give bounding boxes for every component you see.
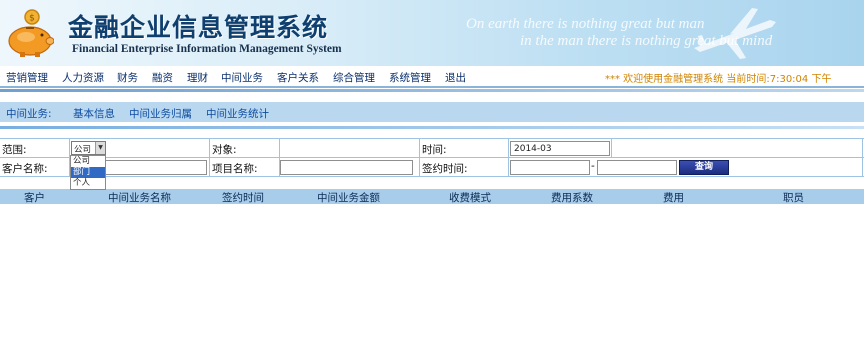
cell-divider (611, 139, 612, 158)
slogan-line-1: On earth there is nothing great but man (466, 16, 705, 32)
svg-text:$: $ (29, 14, 35, 24)
scope-option-company[interactable]: 公司 (71, 156, 105, 167)
scope-select-value: 公司 (74, 145, 92, 155)
subnav-statistics[interactable]: 中间业务统计 (206, 106, 269, 121)
results-table-header: 客户 中间业务名称 签约时间 中间业务金额 收费模式 费用系数 费用 职员 (0, 189, 864, 204)
subnav-section-label: 中间业务: (6, 108, 52, 120)
app-subtitle: Financial Enterprise Information Managem… (72, 43, 342, 55)
search-form: 范围: 公司 ▼ 对象: 时间: 客户名称: 项目名称: 签约时间: - 查询 (0, 138, 864, 178)
menu-logout[interactable]: 退出 (445, 70, 466, 85)
menu-intermediary[interactable]: 中间业务 (221, 70, 263, 85)
sub-navigation: 中间业务: 基本信息 中间业务归属 中间业务统计 (0, 102, 864, 122)
cell-divider (862, 139, 863, 158)
column-business-amount: 中间业务金额 (317, 192, 380, 204)
menu-finance[interactable]: 财务 (117, 70, 138, 85)
cell-divider (508, 158, 509, 177)
column-staff: 职员 (783, 192, 804, 204)
customer-name-label: 客户名称: (2, 163, 48, 175)
sign-time-to-input[interactable] (597, 160, 677, 175)
project-name-input[interactable] (280, 160, 413, 175)
form-row-2: 客户名称: 项目名称: 签约时间: - 查询 (0, 158, 864, 177)
airplane-icon (694, 8, 776, 59)
customer-name-input[interactable] (104, 160, 207, 175)
main-menu-bar: 营销管理 人力资源 财务 融资 理财 中间业务 客户关系 综合管理 系统管理 退… (0, 66, 864, 88)
menu-divider (0, 89, 864, 92)
menu-system[interactable]: 系统管理 (389, 70, 431, 85)
column-fee-coefficient: 费用系数 (551, 192, 593, 204)
cell-divider (419, 158, 420, 177)
subnav-divider (0, 126, 864, 129)
cell-divider (209, 139, 210, 158)
subnav-basic-info[interactable]: 基本信息 (73, 106, 115, 121)
subnav-ownership[interactable]: 中间业务归属 (129, 106, 192, 121)
app-title: 金融企业信息管理系统 (68, 13, 329, 42)
scope-select[interactable]: 公司 ▼ (71, 141, 106, 155)
column-customer: 客户 (24, 192, 45, 204)
cell-divider (419, 139, 420, 158)
column-charge-mode: 收费模式 (449, 192, 491, 204)
scope-option-department[interactable]: 部门 (71, 167, 105, 178)
column-fee: 费用 (663, 192, 684, 204)
menu-hr[interactable]: 人力资源 (62, 70, 104, 85)
menu-customer[interactable]: 客户关系 (277, 70, 319, 85)
cell-divider (508, 139, 509, 158)
column-sign-time: 签约时间 (222, 192, 264, 204)
header-banner: $ 金融企业信息管理系统 Financial Enterprise Inform… (0, 0, 864, 66)
form-row-1: 范围: 公司 ▼ 对象: 时间: (0, 139, 864, 158)
menu-wealth[interactable]: 理财 (187, 70, 208, 85)
scope-option-personal[interactable]: 个人 (71, 178, 105, 189)
time-label: 时间: (422, 144, 447, 156)
scope-dropdown-list: 公司 部门 个人 (70, 155, 106, 190)
piggy-bank-icon: $ (8, 9, 54, 57)
menu-general[interactable]: 综合管理 (333, 70, 375, 85)
column-business-name: 中间业务名称 (108, 192, 171, 204)
chevron-down-icon[interactable]: ▼ (95, 142, 105, 154)
welcome-message: *** 欢迎使用金融管理系统 当前时间:7:30:04 下午 (605, 74, 832, 85)
sign-time-from-input[interactable] (510, 160, 590, 175)
object-label: 对象: (212, 144, 237, 156)
cell-divider (862, 158, 863, 177)
menu-marketing[interactable]: 营销管理 (6, 70, 48, 85)
menu-financing[interactable]: 融资 (152, 70, 173, 85)
scope-label: 范围: (2, 144, 27, 156)
date-range-dash: - (591, 160, 595, 172)
cell-divider (279, 139, 280, 158)
cell-divider (209, 158, 210, 177)
query-button[interactable]: 查询 (679, 160, 729, 175)
time-input[interactable] (510, 141, 610, 156)
sign-time-label: 签约时间: (422, 163, 468, 175)
project-name-label: 项目名称: (212, 163, 258, 175)
